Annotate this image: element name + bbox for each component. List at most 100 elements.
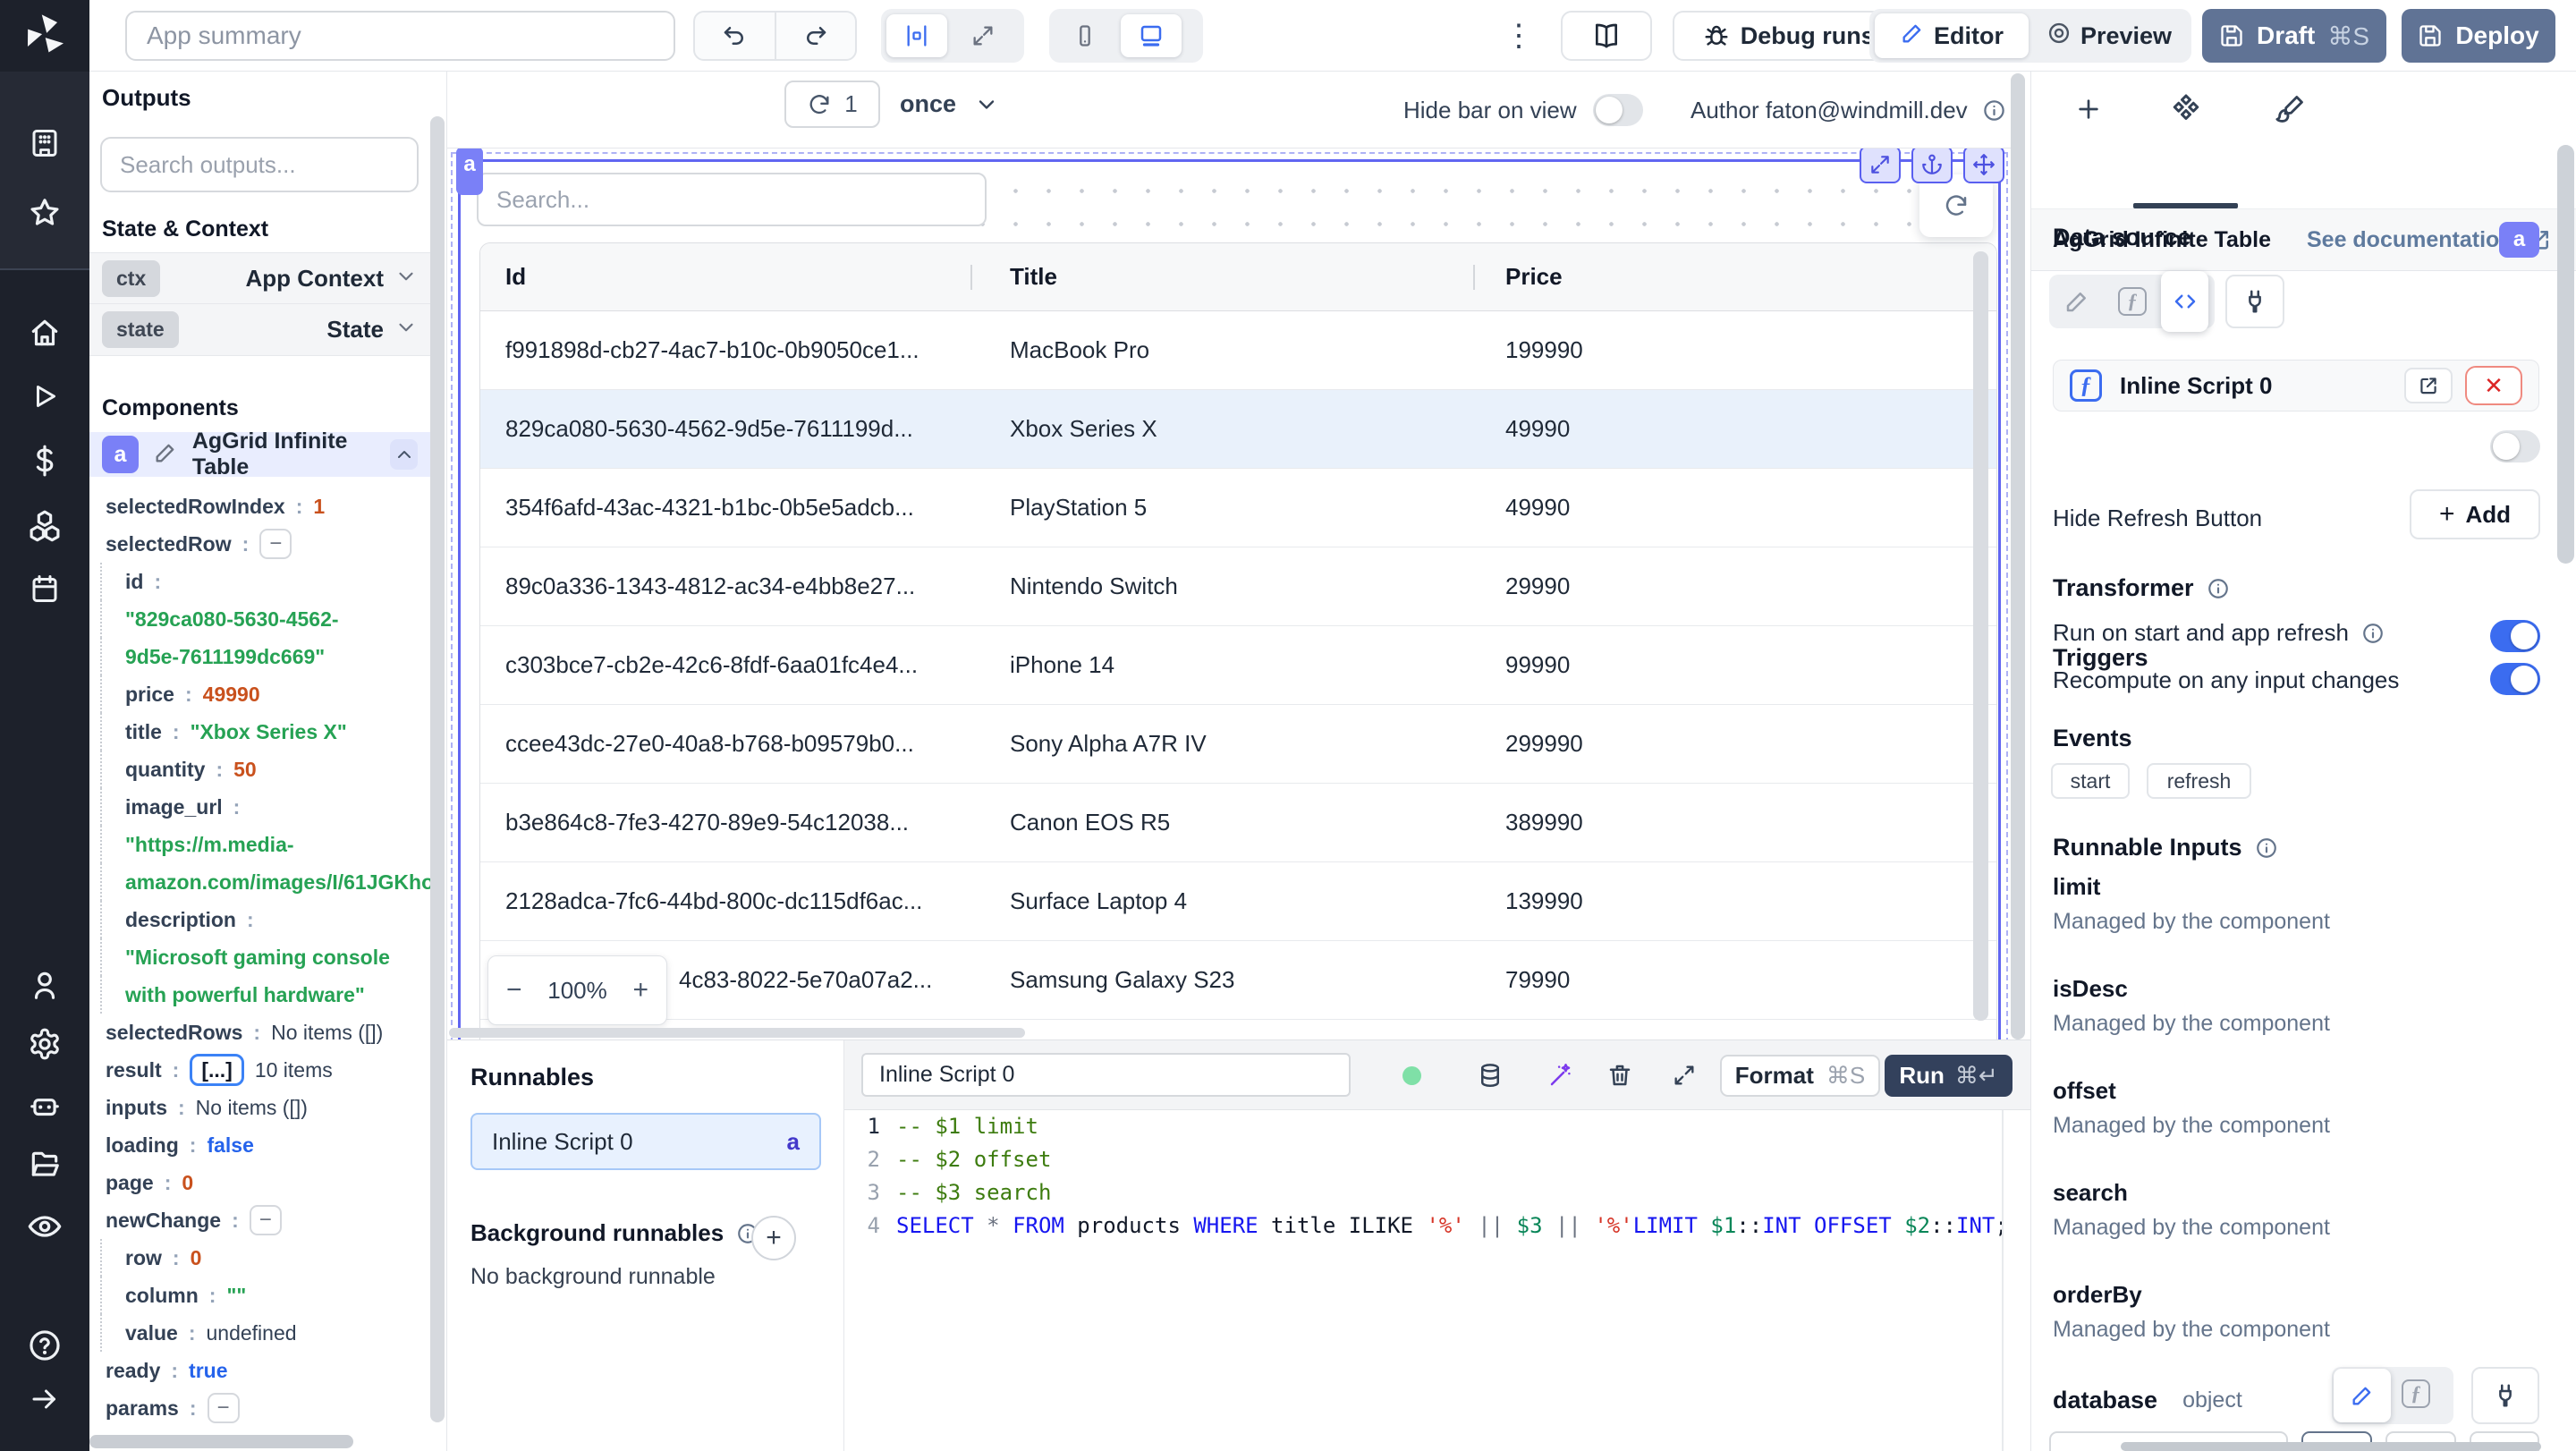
ai-wand-icon[interactable] — [1539, 1040, 1582, 1110]
refresh-count-button[interactable]: 1 — [784, 81, 880, 128]
resources-boxes-icon[interactable] — [28, 509, 62, 543]
hide-refresh-toggle[interactable] — [2490, 430, 2540, 462]
search-outputs-input[interactable] — [100, 137, 419, 192]
windmill-logo-icon[interactable] — [21, 11, 68, 57]
table-row[interactable]: 354f6afd-43ac-4321-b1bc-0b5e5adcb... Play… — [480, 469, 1996, 547]
collapse-toggle[interactable]: − — [259, 529, 292, 559]
collapse-sidebar-arrow-icon[interactable] — [29, 1383, 61, 1415]
component-tag[interactable]: a — [456, 147, 483, 195]
connect-plug-icon[interactable] — [2471, 1367, 2539, 1424]
runs-play-icon[interactable] — [29, 380, 61, 412]
schedules-calendar-icon[interactable] — [29, 573, 61, 605]
audit-eye-icon[interactable] — [27, 1209, 63, 1244]
event-chip-refresh[interactable]: refresh — [2147, 763, 2251, 799]
zoom-in-button[interactable]: + — [623, 975, 658, 1006]
run-mode-select[interactable]: once — [900, 81, 999, 128]
chevron-down-icon[interactable] — [394, 316, 418, 344]
canvas-vertical-scrollbar[interactable] — [2011, 73, 2025, 1039]
table-row[interactable]: 89c0a336-1343-4812-ac34-e4bb8e27... Ninte… — [480, 547, 1996, 626]
move-component-button[interactable] — [1963, 146, 2004, 183]
pencil-icon[interactable] — [153, 440, 178, 470]
home-icon[interactable] — [28, 316, 62, 350]
code-editor[interactable]: 1 -- $1 limit 2 -- $2 offset 3 -- $3 search 4 S… — [844, 1110, 2030, 1451]
align-center-button[interactable] — [886, 14, 947, 57]
template-fx-icon[interactable]: ƒ — [2105, 287, 2160, 316]
ctx-row[interactable]: ctx App Context — [89, 252, 430, 304]
favorites-star-icon[interactable] — [28, 196, 62, 230]
fullwidth-expand-button[interactable] — [953, 14, 1013, 57]
run-on-start-toggle[interactable] — [2490, 620, 2540, 652]
tab-component-settings[interactable] — [2153, 82, 2219, 136]
state-row[interactable]: state State — [89, 304, 430, 356]
column-header-price[interactable]: Price — [1475, 243, 1996, 310]
runnable-item-selected[interactable]: Inline Script 0 a — [470, 1113, 821, 1170]
add-background-runnable-button[interactable]: + — [751, 1216, 796, 1260]
table-row[interactable]: 4c83-8022-5e70a07a2... Samsung Galaxy S23… — [480, 941, 1996, 1020]
database-icon[interactable] — [1469, 1040, 1512, 1110]
table-row[interactable]: 2128adca-7fc6-44bd-800c-dc115df6ac... Sur… — [480, 862, 1996, 941]
script-name-input[interactable] — [861, 1053, 1351, 1097]
zoom-out-button[interactable]: − — [496, 975, 532, 1006]
undo-button[interactable] — [695, 13, 776, 59]
chevron-up-icon[interactable] — [390, 439, 418, 470]
connect-plug-icon[interactable] — [2225, 275, 2284, 328]
eval-code-icon[interactable] — [2161, 271, 2208, 332]
info-icon[interactable] — [2361, 622, 2385, 645]
deploy-button[interactable]: Deploy — [2402, 9, 2555, 63]
table-vertical-scrollbar[interactable] — [1973, 251, 1988, 1021]
remove-script-button[interactable]: ✕ — [2465, 366, 2522, 405]
mobile-view-button[interactable] — [1055, 14, 1115, 57]
help-icon[interactable] — [28, 1328, 62, 1362]
format-button[interactable]: Format ⌘S — [1720, 1055, 1880, 1097]
delete-trash-icon[interactable] — [1598, 1040, 1641, 1110]
table-row[interactable]: f991898d-cb27-4ac7-b10c-0b9050ce1... MacB… — [480, 311, 1996, 390]
expand-editor-icon[interactable] — [1663, 1040, 1706, 1110]
outputs-vertical-scrollbar[interactable] — [430, 116, 445, 1422]
template-fx-icon[interactable]: ƒ — [2402, 1379, 2430, 1408]
aggrid-component[interactable]: a IdTitlePrice f991898d-cb27-4ac7-b10c-0… — [451, 146, 2008, 1070]
column-header-title[interactable]: Title — [972, 243, 1475, 310]
variables-dollar-icon[interactable] — [28, 444, 62, 478]
outputs-horizontal-scrollbar[interactable] — [89, 1435, 353, 1448]
event-chip-start[interactable]: start — [2051, 763, 2130, 799]
open-script-external-button[interactable] — [2404, 368, 2453, 403]
run-button[interactable]: Run ⌘↵ — [1885, 1055, 2012, 1097]
tab-add-component[interactable] — [2055, 82, 2122, 136]
column-header-id[interactable]: Id — [480, 243, 972, 310]
docs-book-button[interactable] — [1561, 11, 1652, 61]
info-icon[interactable] — [1982, 98, 2006, 123]
anchor-component-button[interactable] — [1911, 146, 1953, 183]
expand-component-button[interactable] — [1860, 146, 1901, 183]
hide-bar-toggle[interactable] — [1592, 94, 1643, 126]
tab-editor[interactable]: Editor — [1875, 13, 2029, 58]
table-row[interactable]: b3e864c8-7fe3-4270-89e9-54c12038... Canon… — [480, 784, 1996, 862]
settings-gear-icon[interactable] — [28, 1027, 62, 1061]
redo-button[interactable] — [776, 13, 856, 59]
collapse-toggle[interactable]: − — [207, 1393, 240, 1423]
settings-vertical-scrollbar[interactable] — [2557, 145, 2574, 564]
user-icon[interactable] — [28, 968, 62, 1002]
static-pencil-icon[interactable] — [2049, 288, 2105, 315]
workers-robot-icon[interactable] — [28, 1089, 62, 1123]
settings-horizontal-scrollbar[interactable] — [2121, 1442, 2541, 1451]
grid-search-input[interactable] — [477, 173, 987, 226]
table-row[interactable]: 829ca080-5630-4562-9d5e-7611199d... Xbox … — [480, 390, 1996, 469]
workspace-icon[interactable] — [29, 127, 61, 159]
info-icon[interactable] — [2207, 577, 2230, 600]
expand-result-button[interactable]: [...] — [190, 1054, 244, 1086]
tab-styling-brush[interactable] — [2257, 82, 2323, 136]
app-summary-input[interactable] — [125, 11, 675, 61]
grid-refresh-button[interactable] — [1919, 174, 1993, 237]
info-icon[interactable] — [2255, 836, 2278, 860]
desktop-view-button[interactable] — [1121, 14, 1182, 57]
add-transformer-button[interactable]: + Add — [2410, 489, 2540, 539]
table-row[interactable]: c303bce7-cb2e-42c6-8fdf-6aa01fc4e4... iPh… — [480, 626, 1996, 705]
chevron-down-icon[interactable] — [394, 265, 418, 293]
more-menu-kebab[interactable]: ⋮ — [1501, 13, 1537, 59]
table-row[interactable]: ccee43dc-27e0-40a8-b768-b09579b0... Sony … — [480, 705, 1996, 784]
static-pencil-icon[interactable] — [2334, 1369, 2391, 1422]
canvas-horizontal-scrollbar[interactable] — [449, 1028, 1025, 1038]
collapse-toggle[interactable]: − — [249, 1205, 282, 1235]
tab-preview[interactable]: Preview — [2032, 13, 2186, 58]
folders-icon[interactable] — [28, 1148, 62, 1182]
